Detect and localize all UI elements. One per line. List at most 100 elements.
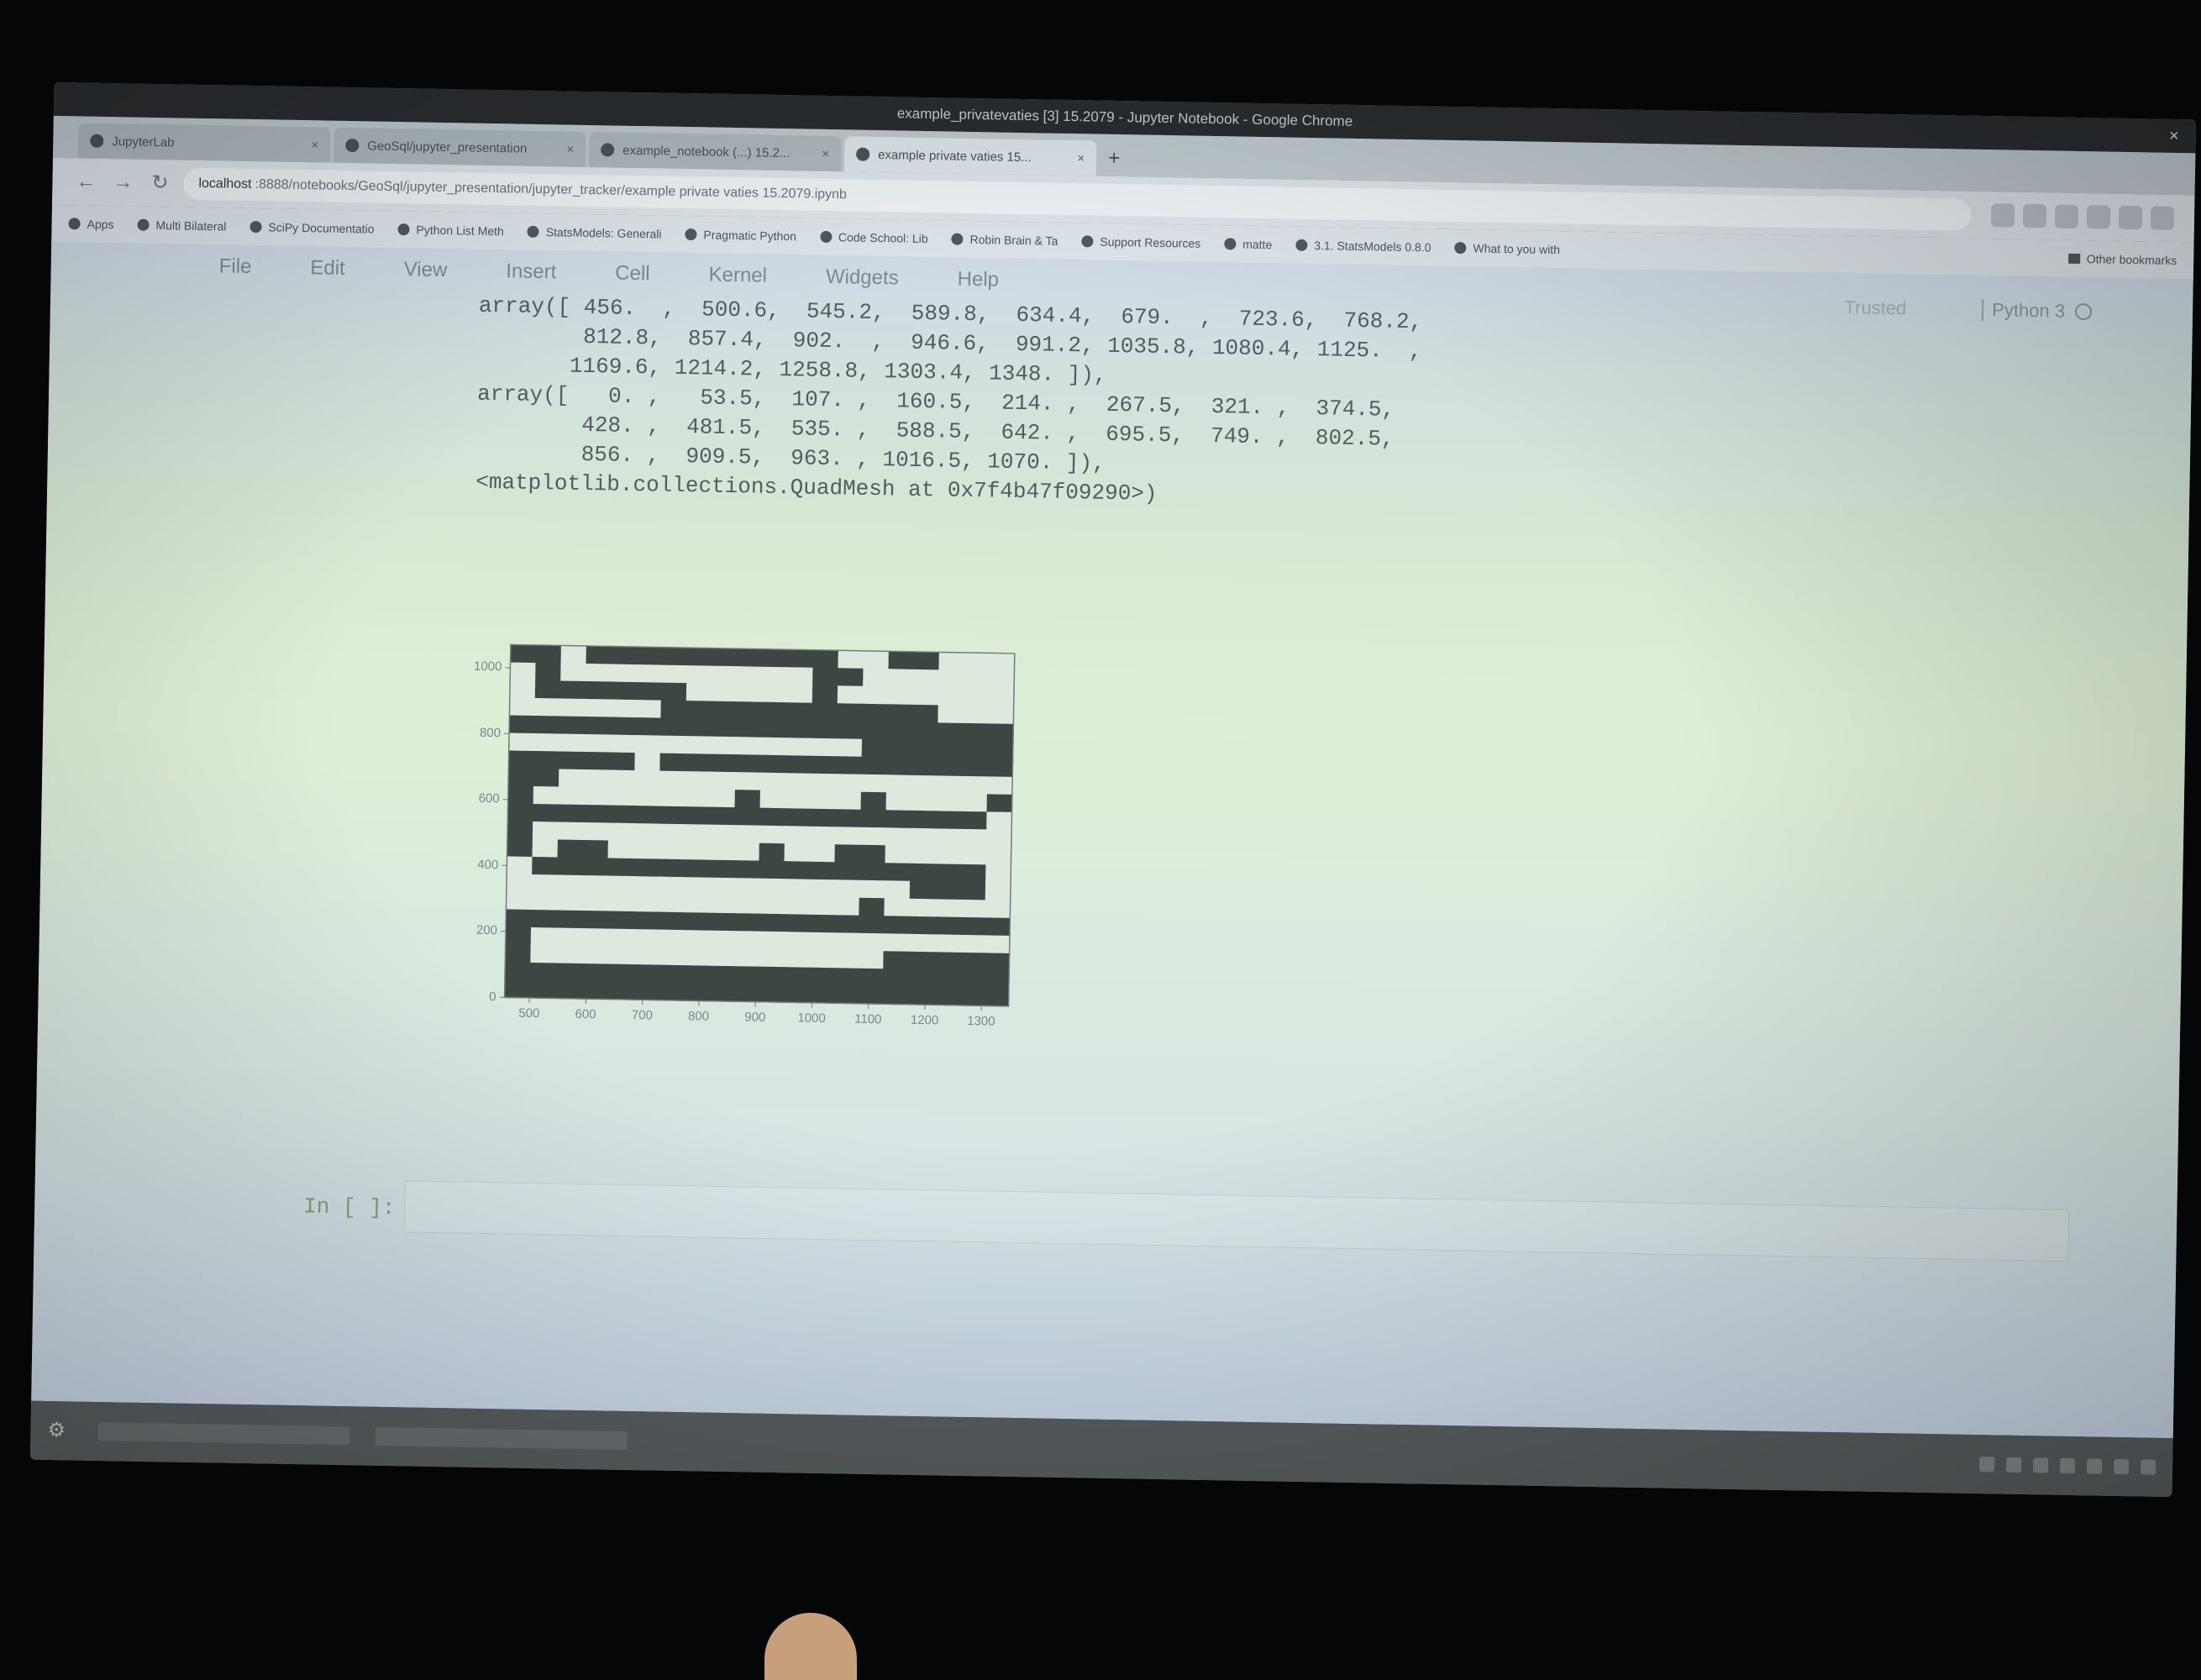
menu-kernel[interactable]: Kernel [708, 264, 767, 288]
heatmap-cell [506, 927, 532, 945]
tray-icon[interactable] [1979, 1457, 1994, 1472]
heatmap-cell [887, 722, 913, 740]
menu-help[interactable]: Help [957, 268, 999, 292]
taskbar-item[interactable] [375, 1427, 627, 1450]
menu-widgets[interactable]: Widgets [826, 265, 899, 291]
menu-edit[interactable]: Edit [310, 256, 345, 281]
bookmark[interactable]: What to you with [1454, 241, 1560, 256]
y-tick-label: 800 [450, 725, 501, 740]
heatmap-cell [808, 932, 834, 951]
heatmap-cell [911, 828, 937, 847]
heatmap-cell [580, 963, 607, 982]
heatmap-cell [510, 680, 536, 698]
bookmark[interactable]: Python List Meth [397, 223, 504, 238]
heatmap-cell [937, 758, 963, 776]
bookmark[interactable]: 3.1. StatsModels 0.8.0 [1295, 239, 1431, 255]
heatmap-cell [635, 700, 661, 718]
forward-icon[interactable]: → [109, 169, 137, 197]
bookmark[interactable]: Code School: Lib [820, 230, 928, 245]
heatmap-cell [836, 791, 862, 810]
tab-example-notebook[interactable]: example_notebook (...) 15.2... × [589, 132, 842, 171]
other-bookmarks[interactable]: Other bookmarks [2068, 252, 2177, 267]
heatmap-cell [786, 720, 812, 738]
heatmap-cell [734, 807, 760, 826]
heatmap-cell [531, 892, 557, 911]
bookmark[interactable]: Apps [68, 217, 113, 231]
apps-icon [68, 218, 80, 229]
extension-icon[interactable] [2023, 204, 2046, 228]
heatmap-cell [810, 827, 836, 845]
tab-jupyterlab[interactable]: JupyterLab × [78, 123, 331, 162]
clock-icon[interactable] [2141, 1459, 2156, 1474]
heatmap-cell [633, 841, 659, 859]
tab-github[interactable]: GeoSql/jupyter_presentation × [334, 128, 586, 167]
close-icon[interactable]: × [311, 138, 318, 152]
heatmap-cell [836, 774, 862, 792]
start-menu-icon[interactable]: ⚙ [47, 1418, 73, 1444]
heatmap-cell [964, 670, 990, 689]
new-tab-button[interactable]: + [1100, 141, 1129, 177]
back-icon[interactable]: ← [72, 168, 100, 196]
menu-cell[interactable]: Cell [615, 262, 650, 286]
menu-file[interactable]: File [218, 255, 251, 279]
heatmap-cell [837, 721, 863, 739]
heatmap-cell [911, 793, 938, 811]
close-icon[interactable]: × [566, 142, 574, 156]
heatmap-cell [733, 878, 759, 896]
heatmap-cell [985, 900, 1011, 918]
heatmap-cell [656, 965, 682, 984]
extension-icon[interactable] [2119, 206, 2142, 229]
bookmark[interactable]: matte [1224, 237, 1272, 251]
heatmap-cell [987, 759, 1013, 777]
heatmap-cell [535, 680, 561, 699]
heatmap-cell [711, 737, 737, 755]
tab-label: example private vaties 15... [878, 148, 1070, 165]
bookmark[interactable]: Multi Bilateral [137, 218, 226, 234]
menu-view[interactable]: View [403, 258, 447, 282]
heatmap-cell [559, 786, 585, 805]
heatmap-cell [989, 653, 1015, 671]
heatmap-cell [711, 719, 737, 738]
battery-icon[interactable] [2114, 1459, 2129, 1474]
heatmap-cell [612, 647, 638, 665]
heatmap-cell [785, 808, 811, 827]
close-icon[interactable]: × [1077, 151, 1085, 165]
taskbar-item[interactable] [97, 1422, 349, 1445]
heatmap-cell [759, 843, 785, 862]
bookmark[interactable]: StatsModels: Generali [528, 225, 662, 241]
extension-icon[interactable] [2055, 204, 2078, 228]
close-icon[interactable]: × [2164, 126, 2184, 146]
menu-insert[interactable]: Insert [506, 260, 557, 284]
heatmap-cell [559, 751, 585, 769]
kernel-name[interactable]: Python 3 [1982, 299, 2065, 323]
extension-icons [1983, 203, 2174, 230]
bookmark[interactable]: Support Resources [1081, 234, 1200, 249]
heatmap-cell [964, 653, 990, 671]
close-icon[interactable]: × [822, 146, 829, 160]
volume-icon[interactable] [2087, 1458, 2102, 1473]
heatmap-cell [735, 790, 761, 808]
heatmap-cell [686, 683, 712, 701]
heatmap-cell [986, 829, 1012, 848]
heatmap-cell [760, 790, 786, 809]
tab-example-private[interactable]: example private vaties 15... × [844, 136, 1097, 176]
bookmark[interactable]: Pragmatic Python [685, 228, 796, 243]
heatmap-cell [657, 895, 683, 913]
heatmap-cell [838, 685, 864, 704]
star-icon[interactable] [1991, 203, 2015, 227]
menu-icon[interactable] [2151, 206, 2174, 229]
bookmark[interactable]: Robin Brain & Ta [951, 233, 1058, 248]
tray-icon[interactable] [2033, 1457, 2048, 1473]
bookmark[interactable]: SciPy Documentatio [250, 220, 374, 236]
network-icon[interactable] [2060, 1458, 2075, 1473]
extension-icon[interactable] [2087, 205, 2110, 228]
heatmap-cell [935, 864, 961, 882]
tray-icon[interactable] [2006, 1457, 2021, 1473]
heatmap-cell [836, 756, 862, 774]
code-cell-input[interactable] [404, 1180, 2070, 1262]
heatmap-cell [555, 963, 581, 981]
trusted-badge[interactable]: Trusted [1844, 297, 1906, 319]
reload-icon[interactable]: ↻ [146, 170, 174, 197]
heatmap-cell [885, 880, 911, 899]
heatmap-cell [509, 697, 535, 716]
